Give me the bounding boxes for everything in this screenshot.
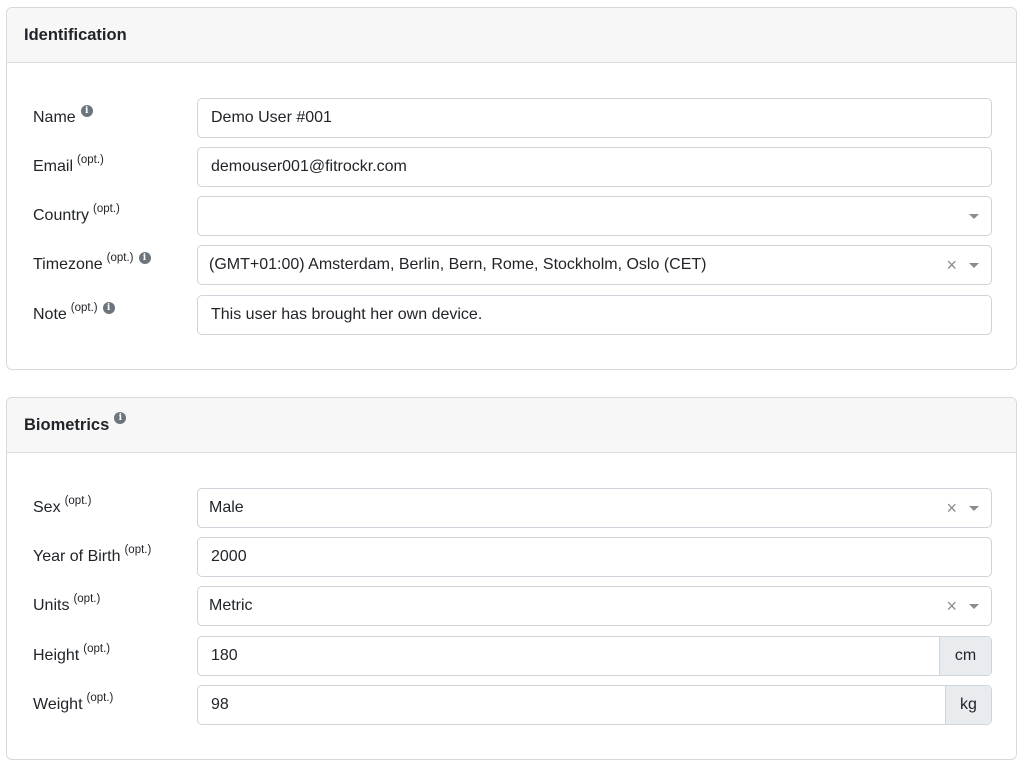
height-label: Height: [33, 647, 80, 664]
identification-header: Identification: [7, 8, 1016, 63]
clear-icon[interactable]: ×: [946, 597, 957, 615]
height-input[interactable]: 180: [198, 647, 939, 665]
note-row: Note (opt.) i This user has brought her …: [7, 295, 1016, 335]
sex-value: Male: [209, 499, 244, 516]
country-label: Country: [33, 207, 90, 224]
units-value: Metric: [209, 597, 253, 614]
year-of-birth-opt: (opt.): [124, 544, 152, 556]
country-opt: (opt.): [93, 203, 120, 215]
clear-icon[interactable]: ×: [946, 256, 957, 274]
height-opt: (opt.): [83, 643, 111, 655]
units-controls: ×: [946, 597, 979, 615]
timezone-controls: ×: [946, 256, 979, 274]
timezone-row: Timezone (opt.) i (GMT+01:00) Amsterdam,…: [7, 245, 1016, 285]
country-row: Country (opt.): [7, 196, 1016, 236]
name-label: Name: [33, 109, 76, 126]
email-label: Email: [33, 158, 74, 175]
height-unit-addon: cm: [939, 637, 991, 675]
height-row: Height (opt.) 180 cm: [7, 636, 1016, 676]
name-info-icon[interactable]: i: [80, 105, 93, 117]
email-value: demouser001@fitrockr.com: [211, 158, 407, 175]
units-label-group: Units (opt.): [33, 586, 100, 626]
year-of-birth-label-group: Year of Birth (opt.): [33, 537, 151, 577]
email-opt: (opt.): [77, 154, 104, 166]
identification-title: Identification: [24, 25, 127, 44]
timezone-opt: (opt.): [106, 252, 134, 264]
identification-card: Identification Name i Demo User #001 Ema…: [6, 7, 1017, 370]
units-label: Units: [33, 597, 70, 614]
biometrics-title: Biometrics: [24, 415, 110, 434]
weight-input[interactable]: 98: [198, 696, 945, 714]
weight-opt: (opt.): [86, 692, 114, 704]
note-label-group: Note (opt.) i: [33, 295, 115, 335]
units-row: Units (opt.) Metric ×: [7, 586, 1016, 626]
units-opt: (opt.): [73, 593, 101, 605]
chevron-down-icon[interactable]: [969, 603, 979, 609]
email-input[interactable]: demouser001@fitrockr.com: [197, 147, 992, 187]
timezone-label-group: Timezone (opt.) i: [33, 245, 151, 285]
timezone-select[interactable]: (GMT+01:00) Amsterdam, Berlin, Bern, Rom…: [197, 245, 992, 285]
biometrics-title-group: Biometrics i: [24, 411, 127, 435]
clear-icon[interactable]: ×: [946, 499, 957, 517]
country-label-group: Country (opt.): [33, 196, 120, 236]
note-value: This user has brought her own device.: [211, 306, 483, 323]
chevron-down-icon[interactable]: [969, 505, 979, 511]
sex-controls: ×: [946, 499, 979, 517]
note-input[interactable]: This user has brought her own device.: [197, 295, 992, 335]
timezone-info-icon[interactable]: i: [138, 252, 151, 264]
country-controls: [969, 213, 979, 219]
timezone-label: Timezone: [33, 256, 103, 273]
sex-row: Sex (opt.) Male ×: [7, 488, 1016, 528]
year-of-birth-value: 2000: [211, 548, 247, 565]
biometrics-header: Biometrics i: [7, 398, 1016, 453]
sex-opt: (opt.): [64, 495, 92, 507]
weight-row: Weight (opt.) 98 kg: [7, 685, 1016, 725]
country-select[interactable]: [197, 196, 992, 236]
chevron-down-icon[interactable]: [969, 213, 979, 219]
year-of-birth-label: Year of Birth: [33, 548, 121, 565]
weight-label: Weight: [33, 696, 83, 713]
biometrics-card: Biometrics i Sex (opt.) Male × Year of B…: [6, 397, 1017, 760]
name-label-group: Name i: [33, 98, 93, 138]
sex-label-group: Sex (opt.): [33, 488, 91, 528]
note-opt: (opt.): [70, 302, 98, 314]
sex-label: Sex: [33, 499, 61, 516]
note-info-icon[interactable]: i: [102, 302, 115, 314]
units-select[interactable]: Metric ×: [197, 586, 992, 626]
email-label-group: Email (opt.): [33, 147, 104, 187]
sex-select[interactable]: Male ×: [197, 488, 992, 528]
name-input[interactable]: Demo User #001: [197, 98, 992, 138]
weight-label-group: Weight (opt.): [33, 685, 113, 725]
name-value: Demo User #001: [211, 109, 332, 126]
weight-input-group: 98 kg: [197, 685, 992, 725]
height-label-group: Height (opt.): [33, 636, 110, 676]
biometrics-info-icon[interactable]: i: [114, 411, 127, 424]
year-of-birth-input[interactable]: 2000: [197, 537, 992, 577]
name-row: Name i Demo User #001: [7, 98, 1016, 138]
chevron-down-icon[interactable]: [969, 262, 979, 268]
weight-unit-addon: kg: [945, 686, 991, 724]
note-label: Note: [33, 306, 67, 323]
timezone-value: (GMT+01:00) Amsterdam, Berlin, Bern, Rom…: [209, 256, 707, 273]
year-of-birth-row: Year of Birth (opt.) 2000: [7, 537, 1016, 577]
email-row: Email (opt.) demouser001@fitrockr.com: [7, 147, 1016, 187]
height-input-group: 180 cm: [197, 636, 992, 676]
